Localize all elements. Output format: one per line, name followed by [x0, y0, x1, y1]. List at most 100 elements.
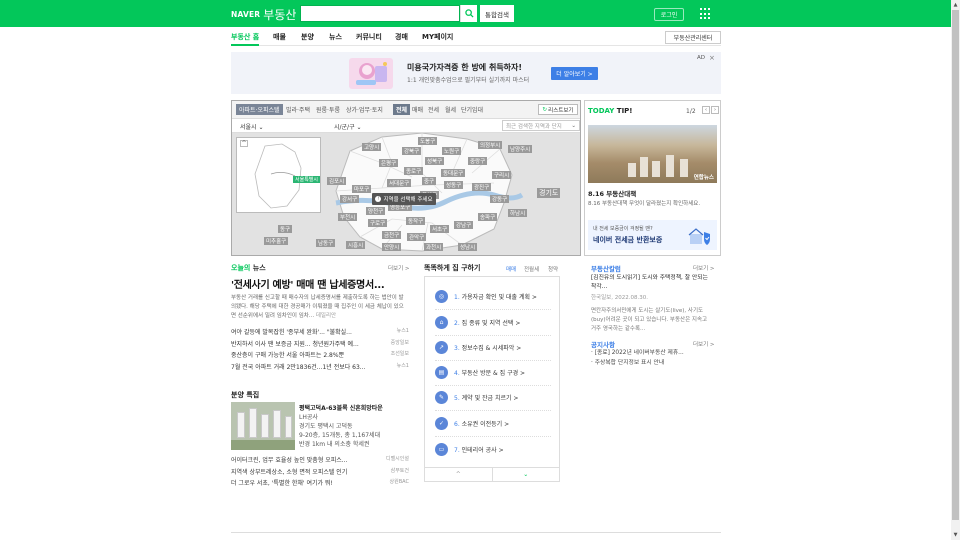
howto-step-3[interactable]: ↗ 3. 정보수집 & 시세파악 >: [435, 339, 521, 355]
tab-apartment-officetel[interactable]: 아파트·오피스텔: [236, 104, 283, 115]
ad-learn-more-button[interactable]: 더 알아보기 >: [551, 67, 598, 80]
gnb-auction[interactable]: 경매: [395, 32, 408, 42]
scroll-up-arrow-icon[interactable]: ▲: [952, 1, 959, 9]
list-item[interactable]: 지역색 상부트레상소, 소형 면적 오피스텔 인기 삼부토건: [231, 467, 409, 479]
district-gangseo[interactable]: 강서구: [340, 195, 360, 203]
list-item[interactable]: 중산층이 구매 가능한 서울 아파트는 2.8%뿐 조선일보: [231, 350, 409, 362]
district-songpa[interactable]: 송파구: [478, 213, 498, 221]
notice-item[interactable]: · [종료] 2022년 네이버부동산 제휴...: [591, 349, 684, 358]
tip-prev-button[interactable]: ‹: [702, 106, 710, 114]
district-seongbuk[interactable]: 성북구: [425, 157, 445, 165]
presale-info[interactable]: 평택고덕A-63블록 신혼희망타운 LH공사 경기도 평택시 고덕동 9-20층…: [299, 404, 383, 449]
news-summary[interactable]: 부동산 거래를 신고할 때 매수자의 납세증명서를 제출하도록 하는 법안이 발…: [231, 294, 406, 321]
howto-tab-subscription[interactable]: 청약: [548, 265, 558, 273]
notice-more-link[interactable]: 더보기 >: [693, 340, 715, 348]
recent-region-search-input[interactable]: 최근 검색한 지역과 단지 ⌄: [502, 120, 580, 131]
presale-complex-photo[interactable]: [231, 402, 295, 450]
district-bucheon[interactable]: 부천시: [338, 213, 358, 221]
district-yangcheon[interactable]: 양천구: [366, 207, 386, 215]
gnb-presale[interactable]: 분양: [301, 32, 314, 42]
region-gyeonggi[interactable]: 경기도: [537, 188, 561, 198]
howto-step-4[interactable]: ▤ 4. 부동산 방문 & 집 구경 >: [435, 364, 525, 380]
search-button[interactable]: [460, 5, 477, 22]
district-eunpyeong[interactable]: 은평구: [379, 159, 399, 167]
tab-villa-house[interactable]: 빌라·주택: [286, 105, 310, 114]
district-gangdong[interactable]: 강동구: [490, 195, 510, 203]
district-incheon-dong[interactable]: 동구: [278, 225, 293, 233]
district-gimpo[interactable]: 김포시: [327, 177, 347, 185]
gnb-community[interactable]: 커뮤니티: [356, 32, 382, 42]
district-gwangjin[interactable]: 광진구: [472, 183, 492, 191]
howto-step-7[interactable]: ▭ 7. 인테리어 공사 >: [435, 441, 504, 457]
login-button[interactable]: 로그인: [654, 8, 684, 21]
list-item[interactable]: 7월 전국 아파트 거래 2만1836건...1년 전보다 63... 뉴스1: [231, 362, 409, 374]
district-namdong[interactable]: 남동구: [316, 239, 336, 247]
district-geumcheon[interactable]: 금천구: [382, 231, 402, 239]
district-seongdong[interactable]: 성동구: [444, 181, 464, 189]
total-search-button[interactable]: 통합검색: [480, 5, 514, 22]
tab-commercial-land[interactable]: 상가·업무·토지: [346, 105, 383, 114]
district-select[interactable]: 시/군/구 ⌄: [334, 122, 362, 131]
collapse-icon[interactable]: ^: [240, 140, 248, 147]
tab-trade-sale[interactable]: 매매: [412, 105, 423, 114]
howto-step-6[interactable]: ✓ 6. 소유권 이전등기 >: [435, 415, 509, 431]
howto-up-button[interactable]: ^: [425, 468, 492, 481]
district-michuhol[interactable]: 미추홀구: [264, 237, 289, 245]
district-seodaemun[interactable]: 서대문구: [387, 179, 412, 187]
tip-news-photo[interactable]: 연합뉴스: [588, 125, 717, 183]
column-more-link[interactable]: 더보기 >: [693, 264, 715, 272]
jeonse-guarantee-banner[interactable]: 내 전세 보증금이 걱정될 땐? 네이버 전세금 반환보증: [588, 220, 717, 250]
seoul-map[interactable]: ^ 서울특별시 도봉구 노원구 강북구 고양시 의정부시 남양주시 은평구 성북…: [232, 133, 580, 255]
district-gangnam[interactable]: 강남구: [454, 221, 474, 229]
howto-tab-rent[interactable]: 전월세: [524, 265, 539, 273]
list-item[interactable]: 어이터크린, 업무 효율성 높인 맞춤형 오피스... 디벨시인설: [231, 455, 409, 467]
gnb-mypage[interactable]: MY페이지: [422, 32, 453, 42]
tip-headline[interactable]: 8.16 부동산대책: [588, 188, 636, 198]
scrollbar-thumb[interactable]: [952, 10, 959, 520]
ad-banner[interactable]: 미용국가자격증 한 방에 취득하자! 1:1 개인맞춤수업으로 필기부터 실기까…: [231, 52, 721, 94]
district-gwanak[interactable]: 관악구: [407, 233, 427, 241]
howto-down-button[interactable]: ⌄: [491, 468, 560, 481]
district-gangbuk[interactable]: 강북구: [402, 147, 422, 155]
news-headline[interactable]: '전세사기 예방' 매매 땐 납세증명서...: [231, 276, 385, 291]
district-anyang[interactable]: 안양시: [382, 243, 402, 251]
district-gwacheon[interactable]: 과천시: [424, 243, 444, 251]
district-dongjak[interactable]: 동작구: [406, 217, 426, 225]
scroll-down-arrow-icon[interactable]: ▼: [952, 531, 959, 539]
district-nowon[interactable]: 노원구: [442, 147, 462, 155]
district-goyang[interactable]: 고양시: [362, 143, 382, 151]
gnb-news[interactable]: 뉴스: [329, 32, 342, 42]
district-jungnang[interactable]: 중랑구: [468, 157, 488, 165]
minimap[interactable]: ^ 서울특별시: [236, 137, 321, 213]
list-view-button[interactable]: ↻ 리스트보기: [538, 104, 578, 115]
column-headline[interactable]: [김진유의 도시읽기] 도시와 주택정책, 잘 안되는 착각...: [591, 274, 708, 292]
district-seocho[interactable]: 서초구: [430, 225, 450, 233]
district-guri[interactable]: 구리시: [492, 171, 512, 179]
notice-item[interactable]: · 주상복합 단지정보 표시 안내: [591, 359, 664, 368]
ad-close-icon[interactable]: ×: [709, 54, 715, 62]
tip-next-button[interactable]: ›: [711, 106, 719, 114]
naver-realestate-logo[interactable]: NAVER 부동산: [231, 6, 296, 23]
district-namyangju[interactable]: 남양주시: [508, 145, 533, 153]
district-mapo[interactable]: 마포구: [352, 185, 372, 193]
city-select[interactable]: 서울시 ⌄: [240, 122, 264, 131]
tab-oneroom-tworoom[interactable]: 원룸·투룸: [316, 105, 340, 114]
howto-tab-sale[interactable]: 매매: [506, 265, 516, 273]
district-uijeongbu[interactable]: 의정부시: [478, 141, 503, 149]
tab-trade-monthly[interactable]: 월세: [445, 105, 456, 114]
district-siheung[interactable]: 시흥시: [346, 241, 366, 249]
howto-step-1[interactable]: ◎ 1. 가용자금 확인 및 대출 계획 >: [435, 288, 537, 304]
list-item[interactable]: 더 그로우 서초, '특별한 한채' 여기가 뭐! 상원BAC: [231, 478, 409, 490]
tab-trade-all[interactable]: 전체: [393, 104, 411, 115]
gnb-home[interactable]: 부동산 홈: [231, 32, 259, 42]
list-item[interactable]: 여야 갈등에 발목잡힌 '종부세 완화'... "불확실... 뉴스1: [231, 327, 409, 339]
district-guro[interactable]: 구로구: [368, 219, 388, 227]
howto-step-2[interactable]: ⌂ 2. 집 종류 및 지역 선택 >: [435, 314, 520, 330]
district-hanam[interactable]: 하남시: [508, 209, 528, 217]
district-jongno[interactable]: 종로구: [404, 167, 424, 175]
district-dongdaemun[interactable]: 동대문구: [441, 169, 466, 177]
district-jung[interactable]: 중구: [422, 177, 437, 185]
news-more-link[interactable]: 더보기 >: [388, 264, 410, 272]
search-input[interactable]: [300, 5, 460, 22]
tab-trade-jeonse[interactable]: 전세: [428, 105, 439, 114]
